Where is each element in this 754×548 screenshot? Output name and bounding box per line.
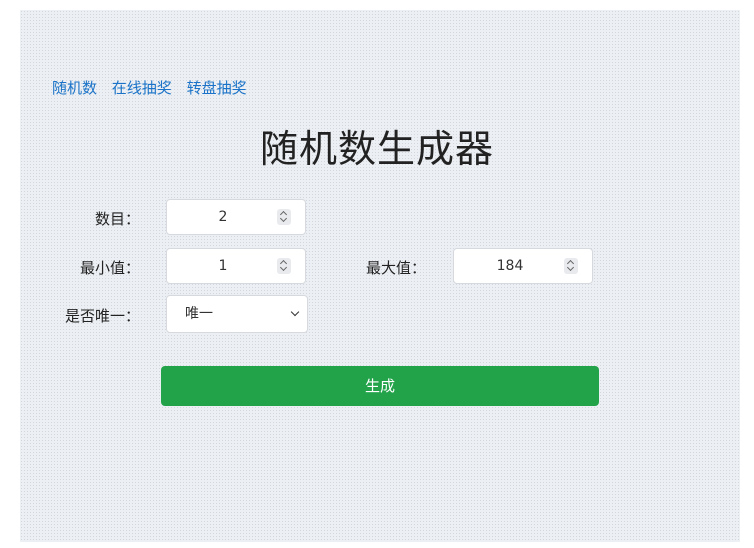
- count-label: 数目：: [94, 210, 140, 228]
- top-nav: 随机数 在线抽奖 转盘抽奖: [52, 77, 257, 98]
- nav-link-online-lottery[interactable]: 在线抽奖: [112, 79, 172, 97]
- count-value: 2: [218, 209, 228, 225]
- min-value: 1: [218, 258, 228, 274]
- count-stepper-icon[interactable]: [277, 209, 291, 225]
- max-stepper-icon[interactable]: [564, 258, 578, 274]
- unique-selected-value: 唯一: [185, 306, 213, 322]
- max-label: 最大值：: [365, 259, 426, 277]
- generate-button[interactable]: 生成: [161, 366, 599, 406]
- max-input[interactable]: 184: [453, 248, 593, 284]
- count-input[interactable]: 2: [166, 199, 306, 235]
- chevron-down-icon: [290, 307, 300, 317]
- nav-link-random-number[interactable]: 随机数: [52, 79, 97, 97]
- min-label: 最小值：: [79, 259, 140, 277]
- max-value: 184: [496, 258, 524, 274]
- unique-select[interactable]: 唯一: [166, 295, 308, 333]
- nav-link-wheel-lottery[interactable]: 转盘抽奖: [187, 79, 247, 97]
- min-stepper-icon[interactable]: [277, 258, 291, 274]
- page-title: 随机数生成器: [259, 127, 494, 171]
- unique-label: 是否唯一：: [64, 307, 140, 325]
- min-input[interactable]: 1: [166, 248, 306, 284]
